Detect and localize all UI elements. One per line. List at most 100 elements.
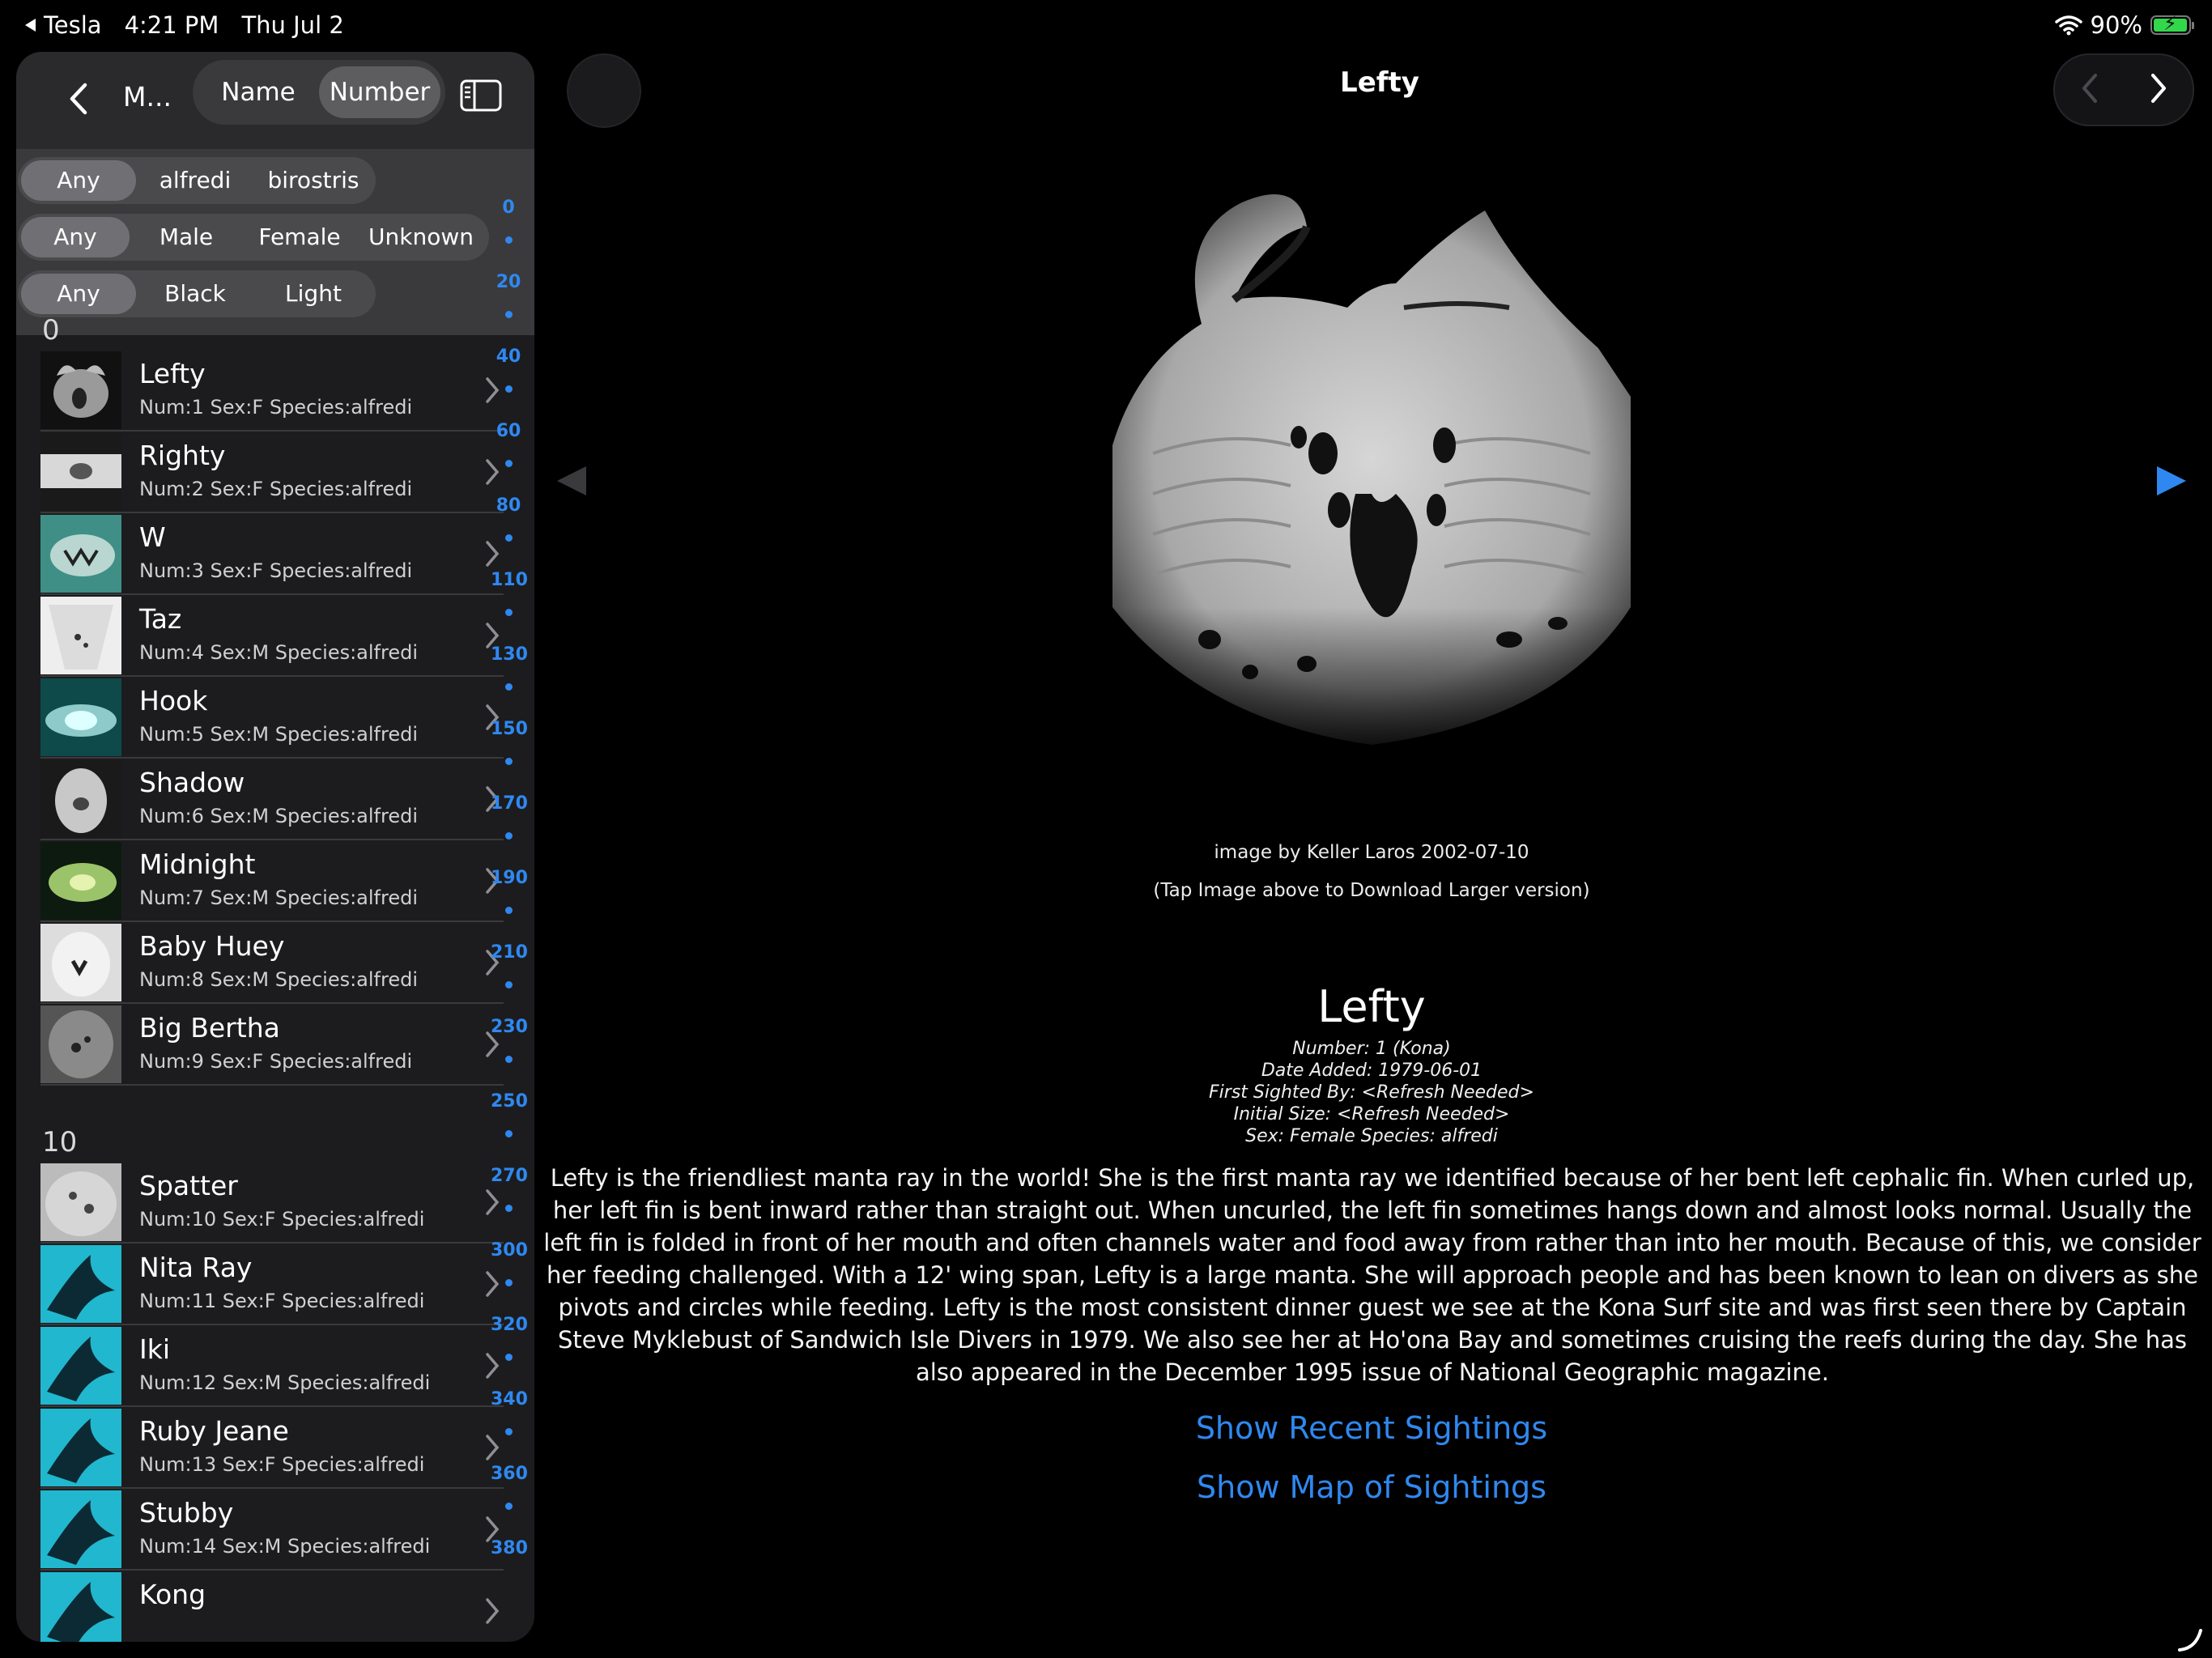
list-item[interactable]: Nita Ray Num:11 Sex:F Species:alfredi [40,1244,504,1325]
section-index-dot [505,609,513,616]
manta-name: Shadow [139,767,245,798]
species-filter: Any alfredi birostris [18,157,533,204]
section-index-label[interactable]: 110 [491,570,528,590]
action-circle-button[interactable] [567,53,641,128]
sort-by-name[interactable]: Name [198,66,319,118]
sex-filter-unknown[interactable]: Unknown [356,217,486,257]
species-filter-alfredi[interactable]: alfredi [136,160,254,201]
section-index-label[interactable]: 0 [491,198,526,218]
list-item[interactable]: Iki Num:12 Sex:M Species:alfredi [40,1325,504,1407]
section-index-label[interactable]: 320 [491,1315,528,1335]
section-index-label[interactable]: 40 [491,346,526,367]
section-index-dot [505,1428,513,1435]
manta-facts: Number: 1 (Kona) Date Added: 1979-06-01 … [1048,1038,1695,1147]
show-map-of-sightings-link[interactable]: Show Map of Sightings [1088,1469,1655,1505]
list-item[interactable]: Big Bertha Num:9 Sex:F Species:alfredi [40,1004,504,1086]
section-index-dot [505,1130,513,1137]
fact-first-sighted: First Sighted By: <Refresh Needed> [1209,1082,1534,1103]
toggle-sidebar-button[interactable] [457,71,505,120]
section-index-label[interactable]: 190 [491,868,528,888]
species-filter-any[interactable]: Any [21,160,136,201]
manta-details: Num:6 Sex:M Species:alfredi [139,805,419,827]
show-recent-sightings-link[interactable]: Show Recent Sightings [1088,1410,1655,1446]
previous-record-button[interactable] [2081,72,2099,108]
battery-charging-icon: ⚡ [2150,12,2194,35]
list-item[interactable]: Ruby Jeane Num:13 Sex:F Species:alfredi [40,1407,504,1489]
list-item[interactable]: Taz Num:4 Sex:M Species:alfredi [40,595,504,677]
section-index-label[interactable]: 80 [491,495,526,516]
section-index-dot [505,534,513,542]
section-index-dot [505,758,513,765]
manta-list: 0 Lefty Num:1 Sex:F Species:alfredi Righ… [16,295,534,1642]
section-index-label[interactable]: 250 [491,1091,528,1112]
chevron-right-icon [486,1353,500,1379]
section-index-label[interactable]: 230 [491,1017,528,1037]
manta-thumbnail [40,924,121,1001]
sidebar-title: M... [123,81,172,113]
section-index-dot [505,907,513,914]
section-index-dot [505,311,513,318]
section-index-dot [505,1205,513,1212]
sort-by-number[interactable]: Number [319,66,440,118]
manta-photo[interactable] [1104,186,1640,769]
manta-name: Righty [139,440,226,471]
chevron-left-icon [70,83,87,115]
list-item[interactable]: Spatter Num:10 Sex:F Species:alfredi [40,1162,504,1244]
list-item[interactable]: Righty Num:2 Sex:F Species:alfredi [40,432,504,513]
list-item[interactable]: Kong [40,1571,504,1642]
section-index-label[interactable]: 270 [491,1166,528,1186]
manta-name-heading: Lefty [1317,981,1426,1032]
manta-thumbnail [40,1005,121,1083]
status-time: 4:21 PM [124,11,219,39]
fact-sex-species: Sex: Female Species: alfredi [1245,1126,1498,1146]
manta-details: Num:11 Sex:F Species:alfredi [139,1290,425,1312]
section-index-label[interactable]: 360 [491,1464,528,1484]
section-index-label[interactable]: 380 [491,1538,528,1558]
section-index-label[interactable]: 60 [491,421,526,441]
section-index-label[interactable]: 300 [491,1240,528,1261]
next-image-arrow-icon[interactable] [2154,463,2189,499]
manta-description: Lefty is the friendliest manta ray in th… [543,1164,2201,1386]
species-filter-birostris[interactable]: birostris [254,160,372,201]
section-index-label[interactable]: 150 [491,719,528,739]
next-record-button[interactable] [2150,72,2167,108]
manta-name: Iki [139,1333,171,1365]
chevron-right-icon [486,1435,500,1460]
manta-thumbnail [40,1163,121,1241]
sex-filter-female[interactable]: Female [243,217,356,257]
manta-details: Num:12 Sex:M Species:alfredi [139,1371,431,1394]
fact-number: Number: 1 (Kona) [1292,1039,1451,1059]
manta-name: Taz [139,603,182,635]
section-index-label[interactable]: 340 [491,1389,528,1409]
list-item[interactable]: Lefty Num:1 Sex:F Species:alfredi [40,350,504,432]
list-item[interactable]: W Num:3 Sex:F Species:alfredi [40,513,504,595]
previous-image-arrow-icon[interactable] [554,463,589,499]
manta-name: Midnight [139,848,256,880]
manta-name: Big Bertha [139,1012,280,1044]
list-item[interactable]: Stubby Num:14 Sex:M Species:alfredi [40,1489,504,1571]
section-index-label[interactable]: 170 [491,793,528,814]
sex-filter: Any Male Female Unknown [18,214,533,261]
manta-name: Hook [139,685,208,716]
chevron-right-icon [2150,74,2166,103]
manta-details: Num:8 Sex:M Species:alfredi [139,968,419,991]
wifi-icon [2054,15,2082,36]
list-item[interactable]: Shadow Num:6 Sex:M Species:alfredi [40,759,504,840]
manta-thumbnail [40,597,121,674]
manta-details: Num:5 Sex:M Species:alfredi [139,723,419,746]
sex-filter-any[interactable]: Any [21,217,130,257]
manta-details: Num:2 Sex:F Species:alfredi [139,478,413,500]
status-date: Thu Jul 2 [241,11,344,39]
section-index-label[interactable]: 20 [491,272,526,292]
list-item[interactable]: Midnight Num:7 Sex:M Species:alfredi [40,840,504,922]
section-index-dot [505,832,513,840]
list-item[interactable]: Baby Huey Num:8 Sex:M Species:alfredi [40,922,504,1004]
back-to-app-link[interactable]: Tesla [24,11,102,39]
list-item[interactable]: Hook Num:5 Sex:M Species:alfredi [40,677,504,759]
sex-filter-male[interactable]: Male [130,217,243,257]
section-index-label[interactable]: 210 [491,942,528,963]
manta-thumbnail [40,1327,121,1405]
manta-details: Num:10 Sex:F Species:alfredi [139,1208,425,1231]
section-index-label[interactable]: 130 [491,644,528,665]
back-button[interactable] [58,66,99,131]
